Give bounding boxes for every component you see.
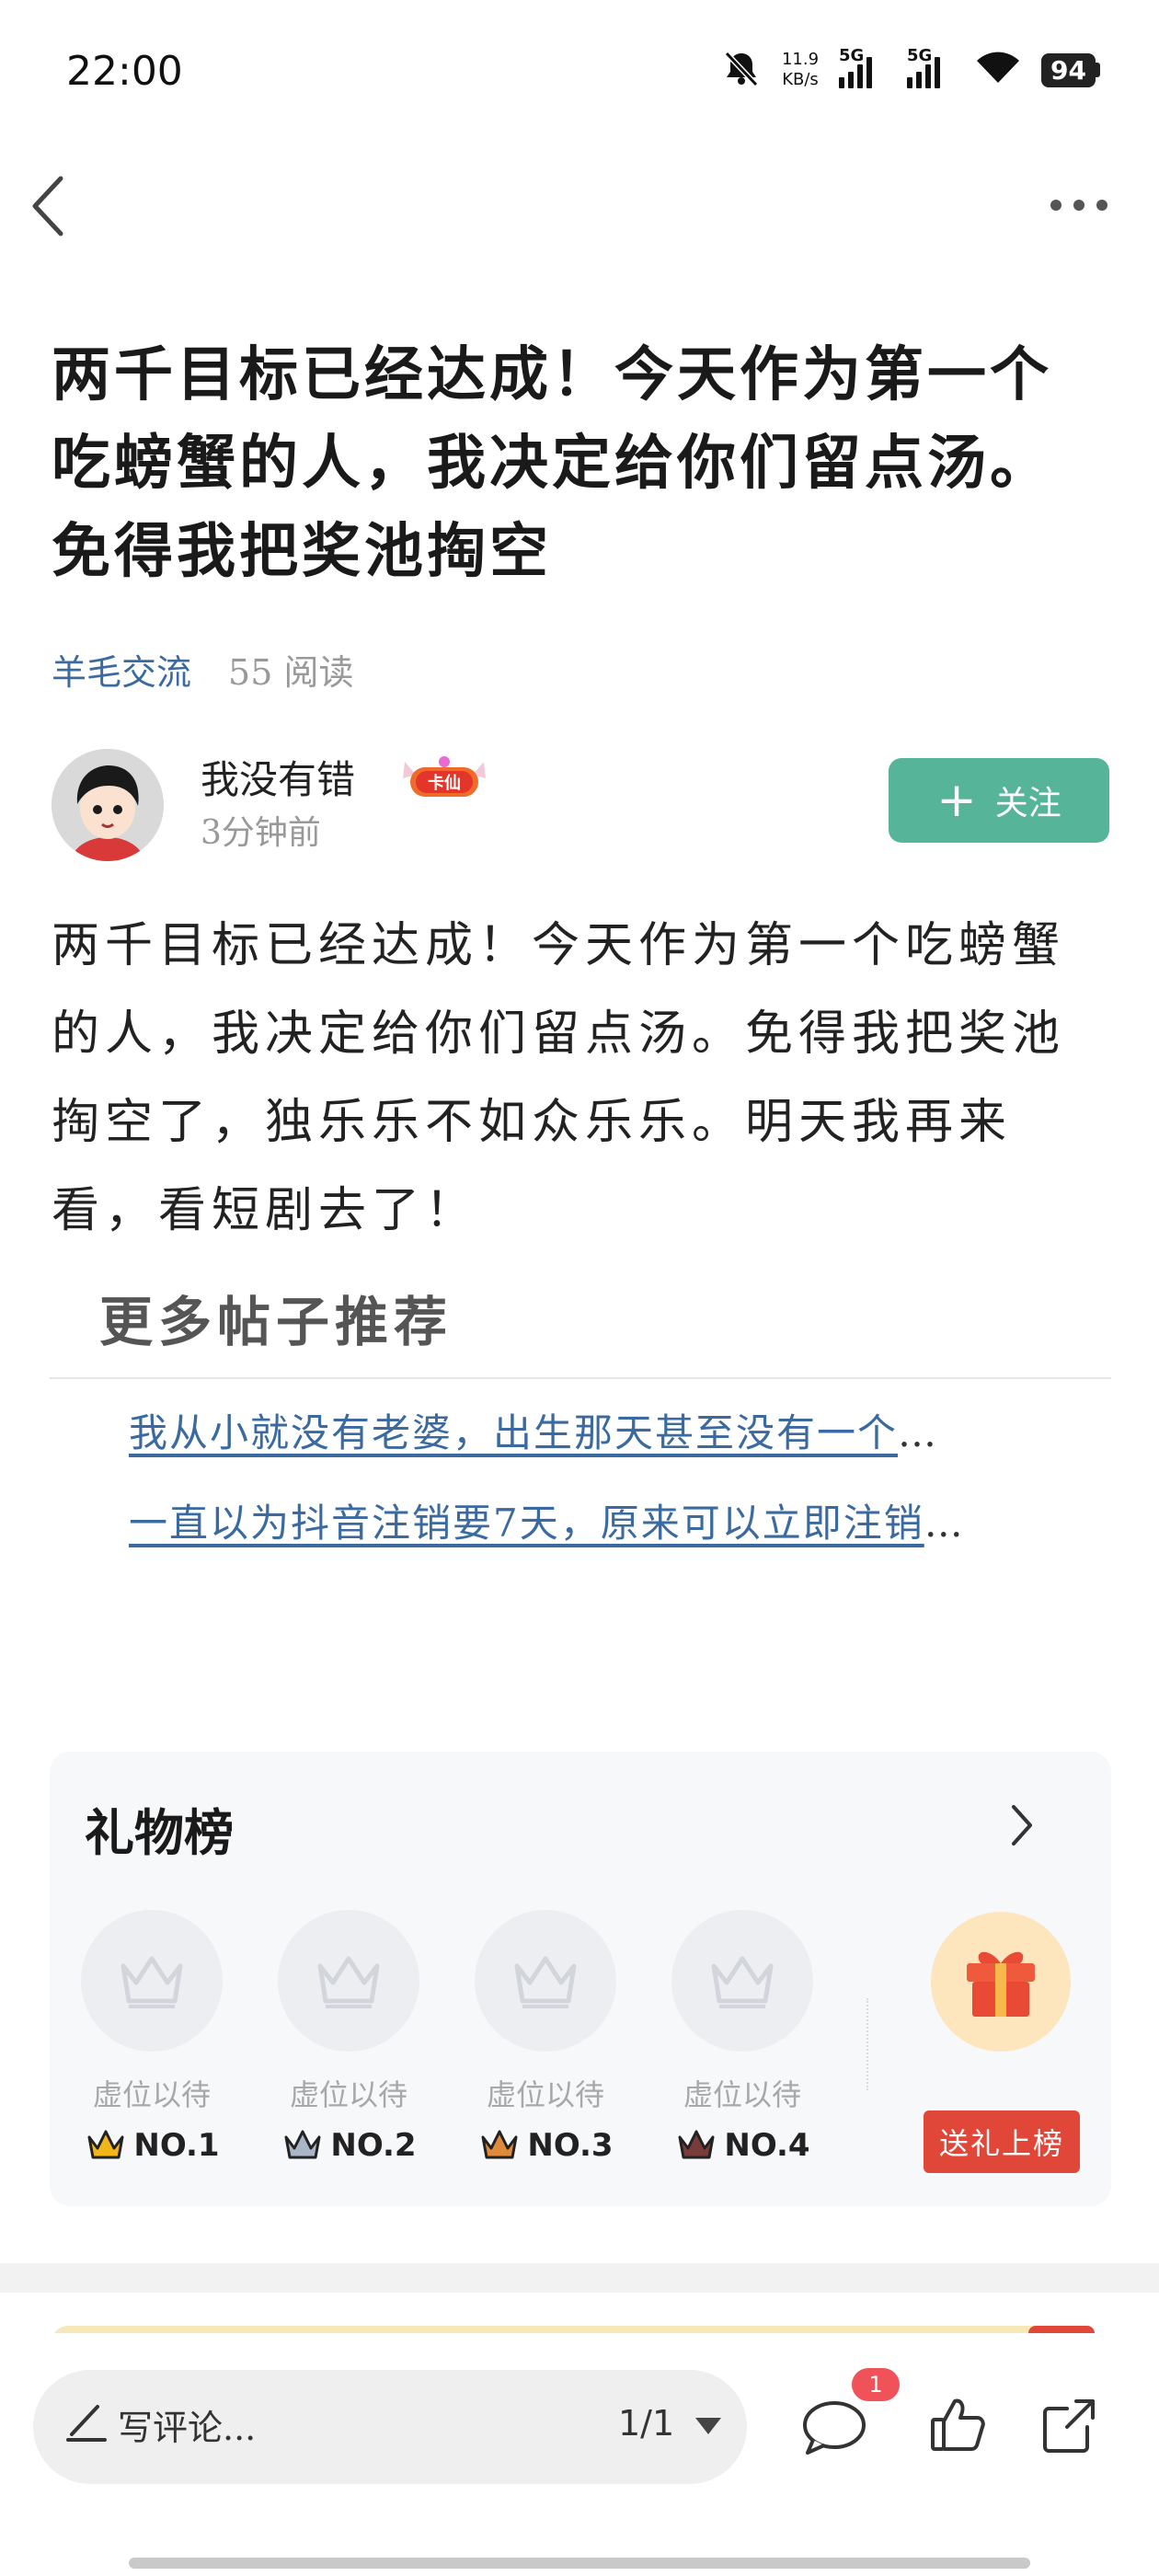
avatar[interactable] (52, 749, 164, 861)
status-time: 22:00 (66, 48, 183, 95)
sim1-label: 5G (839, 46, 865, 65)
crown-icon (678, 2130, 715, 2159)
slot-placeholder: 虚位以待 (289, 2077, 407, 2112)
rank-label: NO.4 (671, 2127, 815, 2164)
crown-icon (87, 2130, 124, 2159)
rank-number: NO.4 (724, 2127, 810, 2164)
empty-crown-icon (278, 1910, 419, 2052)
post-title: 两千目标已经达成！今天作为第一个吃螃蟹的人，我决定给你们留点汤。免得我把奖池掏空 (52, 340, 1052, 586)
comment-count-badge: 1 (852, 2368, 900, 2401)
wifi-icon (975, 50, 1021, 90)
gift-rank-slot[interactable]: 虚位以待 NO.4 (671, 1910, 815, 2164)
recommend-ellipsis: … (898, 1410, 939, 1455)
rank-number: NO.3 (527, 2127, 614, 2164)
gift-rank-slot[interactable]: 虚位以待 NO.3 (475, 1910, 618, 2164)
gift-rank-slot[interactable]: 虚位以待 NO.1 (81, 1910, 224, 2164)
post-time: 3分钟前 (201, 814, 321, 852)
follow-label: 关注 (994, 785, 1061, 822)
rank-number: NO.2 (330, 2127, 417, 2164)
recommend-item-text: 我从小就没有老婆，出生那天甚至没有一个 (129, 1410, 899, 1455)
recommend-item[interactable]: 我从小就没有老婆，出生那天甚至没有一个… (129, 1402, 938, 1458)
slot-divider (866, 1998, 868, 2090)
network-speed-unit: KB/s (782, 70, 819, 89)
plus-icon: + (936, 773, 977, 828)
recommend-ellipsis: … (924, 1501, 965, 1546)
status-icons: 11.9 KB/s 5G 5G 94 (721, 44, 1100, 96)
gift-ranking-more-button[interactable] (1008, 1801, 1036, 1849)
recommend-item[interactable]: 一直以为抖音注销要7天，原来可以立即注销… (129, 1492, 965, 1548)
author-name[interactable]: 我没有错 (201, 749, 355, 805)
gift-ranking-title: 礼物榜 (85, 1803, 234, 1862)
empty-crown-icon (475, 1910, 616, 2052)
post-body: 两千目标已经达成！今天作为第一个吃螃蟹的人，我决定给你们留点汤。免得我把奖池掏空… (52, 918, 1066, 1238)
signal-icon: 5G (907, 46, 955, 88)
chevron-right-icon (1012, 1805, 1032, 1846)
home-indicator[interactable] (129, 2558, 1030, 2569)
recommend-title: 更多帖子推荐 (99, 1291, 453, 1353)
share-icon[interactable] (1039, 2396, 1098, 2455)
level-badge: 卡仙 (396, 753, 493, 802)
slot-placeholder: 虚位以待 (683, 2077, 801, 2112)
divider (50, 1377, 1111, 1379)
post-meta: 羊毛交流 55 阅读 (52, 644, 353, 695)
section-separator (0, 2263, 1159, 2293)
battery-icon: 94 (1041, 52, 1100, 87)
pencil-icon (63, 2398, 110, 2445)
comment-placeholder: 写评论... (118, 2408, 257, 2448)
empty-crown-icon (671, 1910, 813, 2052)
like-icon[interactable] (929, 2396, 986, 2455)
send-gift-button[interactable]: 送礼上榜 (924, 2110, 1080, 2173)
comment-icon[interactable] (800, 2398, 868, 2456)
battery-level: 94 (1041, 52, 1096, 87)
read-count: 55 阅读 (228, 652, 354, 693)
page-indicator[interactable]: 1/1 (618, 2403, 674, 2444)
more-button[interactable] (1047, 190, 1111, 221)
rank-label: NO.2 (278, 2127, 421, 2164)
crown-icon (284, 2130, 321, 2159)
crown-icon (481, 2130, 518, 2159)
caret-down-icon[interactable] (694, 2416, 723, 2436)
gift-rank-slot[interactable]: 虚位以待 NO.2 (278, 1910, 421, 2164)
rank-label: NO.1 (81, 2127, 224, 2164)
back-button[interactable] (28, 169, 74, 243)
gift-button[interactable] (931, 1912, 1071, 2052)
slot-placeholder: 虚位以待 (92, 2077, 211, 2112)
category-link[interactable]: 羊毛交流 (52, 644, 191, 695)
recommend-item-text: 一直以为抖音注销要7天，原来可以立即注销 (129, 1501, 924, 1546)
empty-crown-icon (81, 1910, 223, 2052)
badge-text: 卡仙 (428, 773, 461, 793)
network-speed: 11.9 KB/s (782, 50, 819, 90)
gift-box-icon (967, 1951, 1035, 2017)
signal-icon: 5G (839, 46, 887, 88)
mute-bell-icon (721, 48, 762, 92)
sim2-label: 5G (907, 46, 933, 65)
rank-label: NO.3 (475, 2127, 618, 2164)
network-speed-value: 11.9 (781, 50, 820, 69)
rank-number: NO.1 (133, 2127, 220, 2164)
back-chevron-icon (32, 176, 63, 236)
more-dots-icon (1050, 200, 1107, 211)
follow-button[interactable]: + 关注 (889, 758, 1109, 843)
slot-placeholder: 虚位以待 (486, 2077, 604, 2112)
